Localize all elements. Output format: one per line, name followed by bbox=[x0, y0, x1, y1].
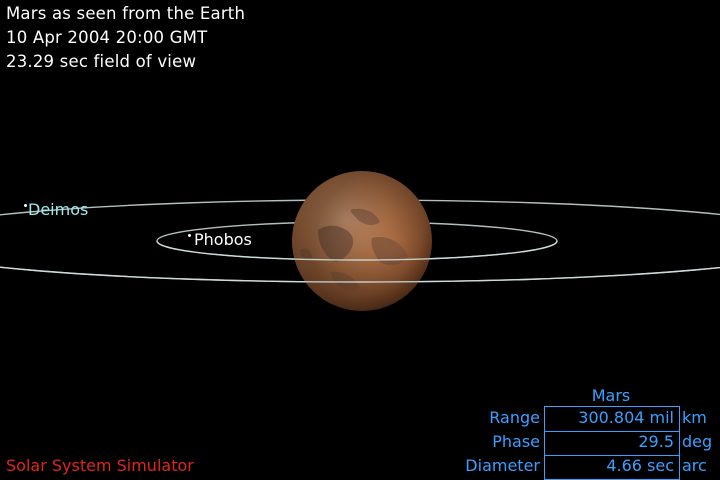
deimos-label: Deimos bbox=[28, 200, 89, 219]
info-panel: Mars Range 300.804 mil km Phase 29.5 deg… bbox=[440, 384, 720, 480]
diameter-value: 4.66 sec bbox=[606, 456, 674, 475]
field-of-view: 23.29 sec field of view bbox=[6, 52, 197, 71]
range-label: Range bbox=[489, 408, 540, 427]
range-unit: km bbox=[682, 408, 707, 427]
simulator-viewport: Mars as seen from the Earth 10 Apr 2004 … bbox=[0, 0, 720, 480]
deimos-dot-icon bbox=[24, 204, 27, 207]
range-value: 300.804 mil bbox=[578, 408, 674, 427]
phase-label: Phase bbox=[492, 432, 540, 451]
view-datetime: 10 Apr 2004 20:00 GMT bbox=[6, 28, 208, 47]
view-caption: Mars as seen from the Earth 10 Apr 2004 … bbox=[6, 2, 245, 74]
info-panel-title: Mars bbox=[591, 386, 631, 405]
phobos-label: Phobos bbox=[194, 230, 252, 249]
diameter-unit: arc bbox=[682, 456, 707, 475]
app-title: Solar System Simulator bbox=[6, 456, 194, 475]
phobos-dot-icon bbox=[188, 234, 191, 237]
phase-unit: deg bbox=[682, 432, 713, 451]
view-title: Mars as seen from the Earth bbox=[6, 4, 246, 23]
mars-planet-icon bbox=[292, 171, 432, 311]
phase-value: 29.5 bbox=[638, 432, 674, 451]
diameter-label: Diameter bbox=[465, 456, 540, 475]
